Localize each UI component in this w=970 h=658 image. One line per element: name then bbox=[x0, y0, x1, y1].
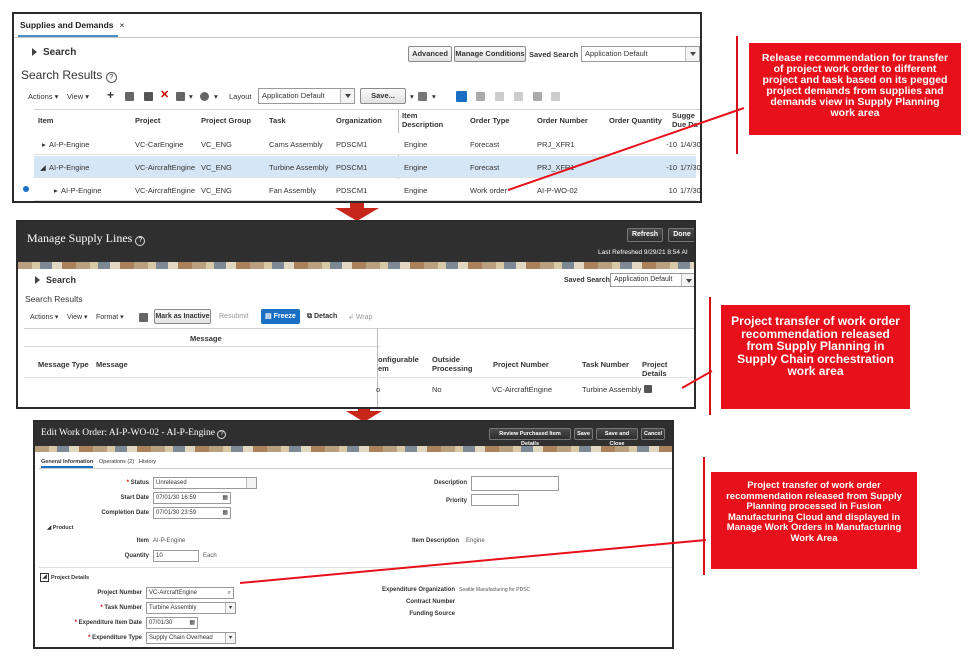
pointer-lines bbox=[239, 107, 745, 584]
pointer-line-1 bbox=[507, 107, 745, 191]
pointer-line-2 bbox=[681, 370, 713, 389]
pointer-line-3 bbox=[239, 539, 707, 584]
